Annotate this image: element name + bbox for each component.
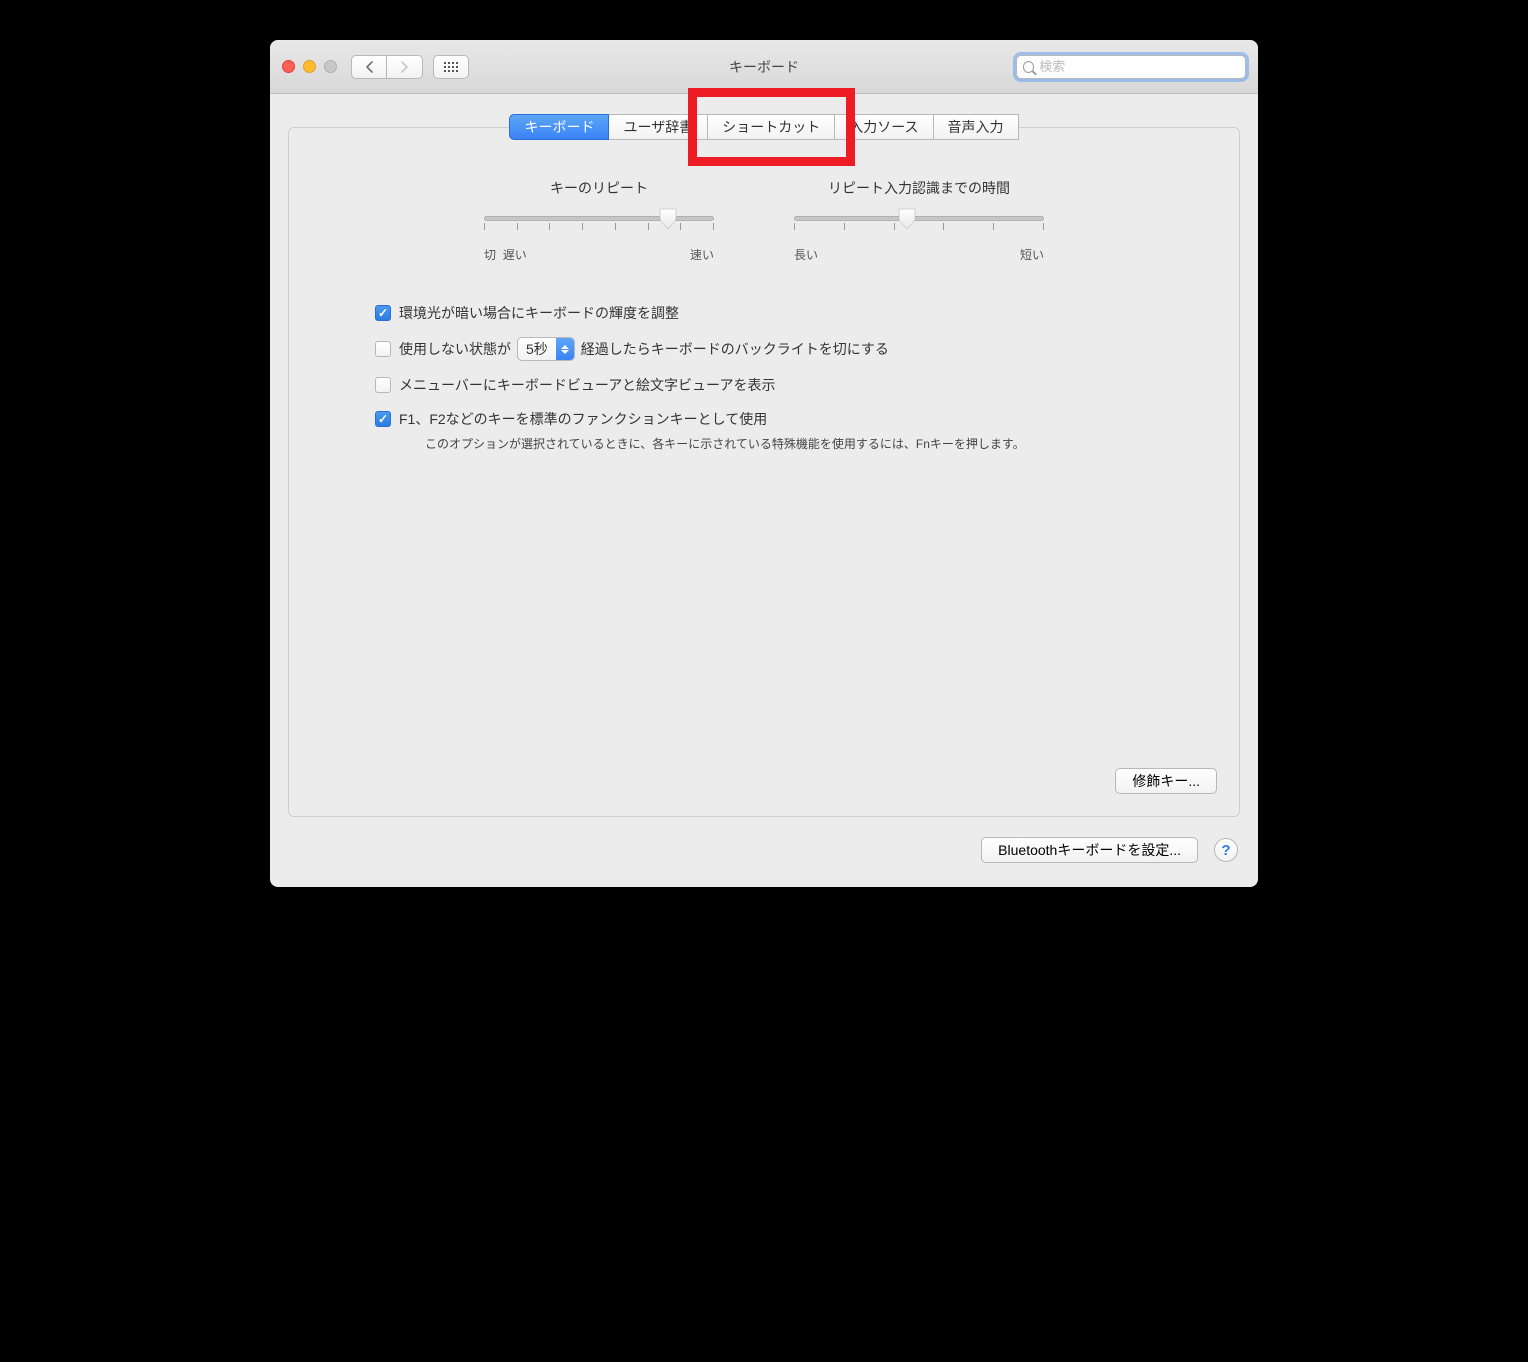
tab-voice-input[interactable]: 音声入力 xyxy=(934,114,1019,140)
tab-input-sources[interactable]: 入力ソース xyxy=(835,114,933,140)
footer: Bluetoothキーボードを設定... ? xyxy=(270,837,1258,887)
maximize-button xyxy=(324,60,337,73)
back-button[interactable] xyxy=(351,55,387,79)
key-repeat-slider-group: キーのリピート 切 遅い 速い xyxy=(484,178,714,263)
keyboard-panel: キーのリピート 切 遅い 速い リピート入力認識までの時間 xyxy=(288,127,1240,817)
show-all-button[interactable] xyxy=(433,55,469,79)
menubar-viewers-checkbox[interactable] xyxy=(375,377,391,393)
fn-keys-label: F1、F2などのキーを標準のファンクションキーとして使用 xyxy=(399,409,767,429)
backlight-off-label-before: 使用しない状態が xyxy=(399,339,511,359)
backlight-off-checkbox[interactable] xyxy=(375,341,391,357)
search-icon xyxy=(1023,61,1034,73)
nav-buttons xyxy=(351,55,423,79)
bluetooth-setup-button[interactable]: Bluetoothキーボードを設定... xyxy=(981,837,1198,863)
ambient-light-label: 環境光が暗い場合にキーボードの輝度を調整 xyxy=(399,303,679,323)
fn-keys-helper: このオプションが選択されているときに、各キーに示されている特殊機能を使用するには… xyxy=(425,435,1179,452)
titlebar: キーボード xyxy=(270,40,1258,94)
tabs: キーボード ユーザ辞書 ショートカット 入力ソース 音声入力 xyxy=(270,114,1258,140)
menubar-viewers-row: メニューバーにキーボードビューアと絵文字ビューアを表示 xyxy=(375,375,1179,395)
window-title: キーボード xyxy=(729,57,799,77)
backlight-off-label-after: 経過したらキーボードのバックライトを切にする xyxy=(581,339,889,359)
help-button[interactable]: ? xyxy=(1214,838,1238,862)
key-repeat-slider[interactable] xyxy=(484,210,714,240)
key-repeat-thumb[interactable] xyxy=(659,208,677,230)
modifier-keys-button[interactable]: 修飾キー... xyxy=(1115,768,1217,794)
fn-keys-row: F1、F2などのキーを標準のファンクションキーとして使用 xyxy=(375,409,1179,429)
forward-button[interactable] xyxy=(387,55,423,79)
delay-label: リピート入力認識までの時間 xyxy=(794,178,1044,198)
backlight-timeout-select[interactable]: 5秒 xyxy=(517,337,575,361)
grid-icon xyxy=(444,62,458,72)
traffic-lights xyxy=(282,60,337,73)
ambient-light-row: 環境光が暗い場合にキーボードの輝度を調整 xyxy=(375,303,1179,323)
delay-tick-labels: 長い 短い xyxy=(794,246,1044,263)
key-repeat-label: キーのリピート xyxy=(484,178,714,198)
tab-user-dictionary[interactable]: ユーザ辞書 xyxy=(609,114,708,140)
close-button[interactable] xyxy=(282,60,295,73)
minimize-button[interactable] xyxy=(303,60,316,73)
delay-slider-group: リピート入力認識までの時間 長い 短い xyxy=(794,178,1044,263)
preferences-window: キーボード キーボード ユーザ辞書 ショートカット 入力ソース 音声入力 キーの… xyxy=(270,40,1258,887)
checkbox-list: 環境光が暗い場合にキーボードの輝度を調整 使用しない状態が 5秒 経過したらキー… xyxy=(375,303,1179,452)
backlight-timeout-value: 5秒 xyxy=(518,339,556,359)
tab-shortcuts[interactable]: ショートカット xyxy=(708,114,835,140)
delay-thumb[interactable] xyxy=(898,208,916,230)
search-input[interactable] xyxy=(1039,59,1239,74)
fn-keys-checkbox[interactable] xyxy=(375,411,391,427)
stepper-arrows-icon xyxy=(556,338,574,360)
backlight-off-row: 使用しない状態が 5秒 経過したらキーボードのバックライトを切にする xyxy=(375,337,1179,361)
delay-slider[interactable] xyxy=(794,210,1044,240)
menubar-viewers-label: メニューバーにキーボードビューアと絵文字ビューアを表示 xyxy=(399,375,775,395)
ambient-light-checkbox[interactable] xyxy=(375,305,391,321)
tab-keyboard[interactable]: キーボード xyxy=(509,114,609,140)
content: キーボード ユーザ辞書 ショートカット 入力ソース 音声入力 キーのリピート xyxy=(270,94,1258,887)
sliders-row: キーのリピート 切 遅い 速い リピート入力認識までの時間 xyxy=(349,178,1179,263)
search-box[interactable] xyxy=(1016,55,1246,79)
key-repeat-tick-labels: 切 遅い 速い xyxy=(484,246,714,263)
